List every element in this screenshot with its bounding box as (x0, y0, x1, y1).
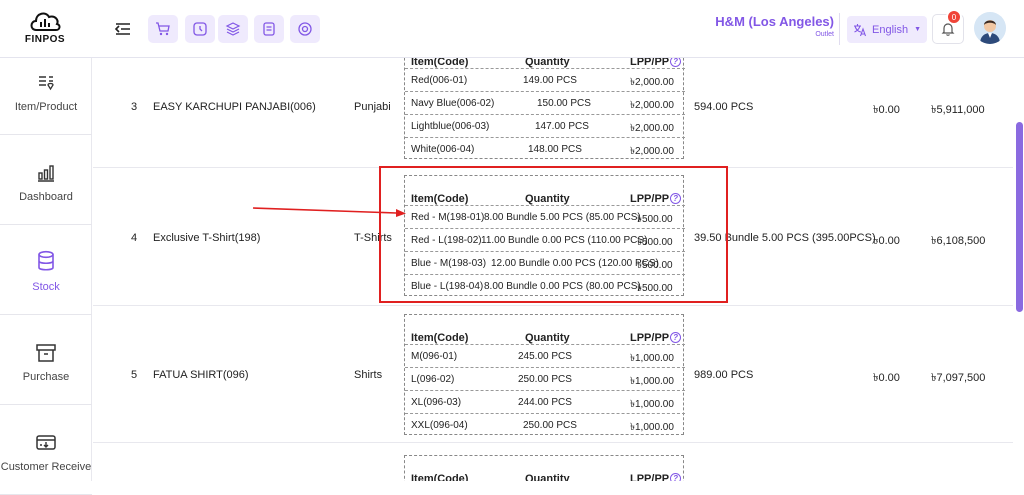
variant-table: Item(Code) Quantity LPP/PP? (404, 455, 684, 481)
translate-icon (854, 23, 867, 36)
header-item-code: Item(Code) (411, 473, 469, 481)
target-button[interactable] (290, 15, 320, 43)
sidebar-item-purchase[interactable]: Purchase (0, 315, 92, 405)
clock-button[interactable] (185, 15, 215, 43)
sidebar-item-label: Customer Receive (0, 461, 92, 473)
amount-b: ৳6,108,500 (931, 235, 986, 247)
variant-table: Item(Code) Quantity LPP/PP? Red(006-01) 1… (404, 58, 685, 160)
header-quantity: Quantity (525, 473, 570, 481)
annotation-arrow-icon (252, 207, 406, 217)
product-name: FATUA SHIRT(096) (153, 369, 249, 381)
sidebar-item-product[interactable]: Item/Product (0, 45, 92, 135)
variant-row: Red(006-01) 149.00 PCS ৳2,000.00 (405, 68, 685, 91)
header-lpp: LPP/PP? (630, 332, 682, 344)
variant-row: Lightblue(006-03) 147.00 PCS ৳2,000.00 (405, 114, 685, 137)
finpos-logo[interactable]: FINPOS (22, 8, 68, 48)
header-lpp: LPP/PP? (630, 58, 682, 68)
notification-badge: 0 (946, 9, 962, 25)
layers-icon (225, 22, 241, 36)
language-selector[interactable]: English ▼ (847, 16, 927, 43)
help-icon[interactable]: ? (670, 58, 682, 67)
header-quantity: Quantity (525, 332, 570, 344)
item-product-icon (34, 71, 58, 95)
variant-row: XL(096-03) 244.00 PCS ৳1,000.00 (405, 390, 685, 413)
total-quantity: 989.00 PCS (694, 369, 754, 381)
clock-icon (193, 22, 207, 36)
table-row[interactable]: 5 FATUA SHIRT(096) Shirts Item(Code) Qua… (93, 306, 1013, 443)
header-item-code: Item(Code) (411, 58, 469, 68)
variant-row: L(096-02) 250.00 PCS ৳1,000.00 (405, 367, 685, 390)
database-icon (34, 249, 58, 273)
document-icon (263, 22, 275, 36)
cart-icon (156, 22, 170, 36)
language-label: English (872, 23, 909, 36)
product-name: EASY KARCHUPI PANJABI(006) (153, 101, 316, 113)
divider (839, 13, 840, 45)
sidebar-item-customer-receive[interactable]: Customer Receive (0, 405, 92, 495)
sidebar-item-label: Dashboard (19, 191, 73, 203)
sidebar-item-label: Item/Product (14, 101, 78, 113)
cloud-logo-icon (30, 12, 61, 31)
user-avatar[interactable] (974, 12, 1006, 44)
row-serial: 5 (131, 369, 138, 381)
help-icon[interactable]: ? (670, 473, 682, 481)
highlight-box (379, 166, 728, 303)
top-bar: FINPOS H&M (Los Angeles) Outlet English … (0, 0, 1024, 58)
sidebar-item-label: Stock (32, 281, 60, 293)
variant-row: Navy Blue(006-02) 150.00 PCS ৳2,000.00 (405, 91, 685, 114)
scrollbar-thumb[interactable] (1016, 122, 1023, 312)
sidebar: Item/Product Dashboard Stock Purchase Cu… (0, 58, 92, 495)
sidebar-item-stock[interactable]: Stock (0, 225, 92, 315)
product-category: Punjabi (354, 101, 391, 113)
variant-table-header: Item(Code) Quantity LPP/PP? (405, 456, 685, 481)
product-name: Exclusive T-Shirt(198) (153, 232, 261, 244)
table-row[interactable]: Item(Code) Quantity LPP/PP? (93, 443, 1013, 481)
purchase-box-icon (34, 341, 58, 365)
menu-collapse-icon[interactable] (112, 18, 134, 40)
amount-b: ৳7,097,500 (931, 372, 986, 384)
chevron-down-icon: ▼ (914, 26, 922, 33)
help-icon[interactable]: ? (670, 332, 682, 343)
sidebar-item-label: Purchase (22, 371, 70, 383)
customer-receive-icon (34, 431, 58, 455)
variant-row: M(096-01) 245.00 PCS ৳1,000.00 (405, 344, 685, 367)
row-serial: 4 (131, 232, 138, 244)
amount-a: ৳0.00 (873, 104, 900, 116)
layers-button[interactable] (218, 15, 248, 43)
header-item-code: Item(Code) (411, 332, 469, 344)
target-icon (298, 22, 312, 36)
store-info[interactable]: H&M (Los Angeles) Outlet (706, 14, 834, 38)
store-name: H&M (Los Angeles) (715, 14, 834, 29)
amount-a: ৳0.00 (873, 235, 900, 247)
table-row[interactable]: 3 EASY KARCHUPI PANJABI(006) Punjabi Ite… (93, 58, 1013, 168)
cart-button[interactable] (148, 15, 178, 43)
total-quantity: 594.00 PCS (694, 101, 754, 113)
header-lpp: LPP/PP? (630, 473, 682, 481)
variant-row: White(006-04) 148.00 PCS ৳2,000.00 (405, 137, 685, 160)
variant-table: Item(Code) Quantity LPP/PP? M(096-01) 245… (404, 314, 685, 436)
product-category: Shirts (354, 369, 383, 381)
header-quantity: Quantity (525, 58, 570, 68)
store-type: Outlet (815, 31, 834, 38)
document-button[interactable] (254, 15, 284, 43)
user-avatar-icon (974, 12, 1006, 44)
amount-a: ৳0.00 (873, 372, 900, 384)
variant-row: XXL(096-04) 250.00 PCS ৳1,000.00 (405, 413, 685, 436)
dashboard-chart-icon (34, 161, 58, 185)
row-serial: 3 (131, 101, 138, 113)
sidebar-item-dashboard[interactable]: Dashboard (0, 135, 92, 225)
amount-b: ৳5,911,000 (931, 104, 985, 116)
logo-text: FINPOS (24, 34, 66, 45)
